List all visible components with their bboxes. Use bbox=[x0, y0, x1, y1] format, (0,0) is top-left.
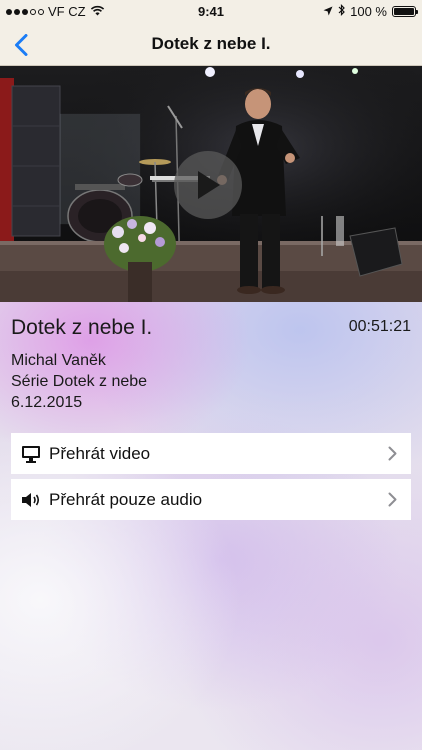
navigation-bar: Dotek z nebe I. bbox=[0, 22, 422, 66]
status-right: 100 % bbox=[323, 4, 418, 19]
speaker-icon bbox=[13, 492, 49, 508]
bluetooth-icon bbox=[338, 4, 345, 19]
battery-level bbox=[394, 8, 414, 15]
sermon-author: Michal Vaněk bbox=[11, 352, 106, 369]
play-audio-button[interactable]: Přehrát pouze audio bbox=[11, 479, 411, 520]
sermon-duration: 00:51:21 bbox=[348, 318, 411, 335]
play-audio-label: Přehrát pouze audio bbox=[49, 489, 203, 509]
play-icon bbox=[198, 171, 220, 199]
sermon-series: Série Dotek z nebe bbox=[11, 373, 148, 390]
chevron-left-icon bbox=[15, 34, 28, 56]
play-button[interactable] bbox=[174, 151, 242, 219]
chevron-right-icon bbox=[379, 446, 405, 461]
battery-icon bbox=[392, 6, 418, 17]
back-button[interactable] bbox=[6, 30, 36, 60]
monitor-icon bbox=[13, 445, 49, 463]
sermon-title: Dotek z nebe I. bbox=[11, 316, 153, 339]
battery-percent: 100 % bbox=[350, 4, 387, 19]
chevron-right-icon bbox=[379, 492, 405, 507]
video-thumbnail[interactable] bbox=[0, 66, 422, 302]
play-video-button[interactable]: Přehrát video bbox=[11, 433, 411, 474]
play-video-label: Přehrát video bbox=[49, 443, 151, 463]
location-arrow-icon bbox=[323, 4, 333, 19]
page-title: Dotek z nebe I. bbox=[151, 34, 271, 53]
status-bar: VF CZ 9:41 100 % bbox=[0, 0, 422, 22]
sermon-date: 6.12.2015 bbox=[11, 394, 83, 411]
